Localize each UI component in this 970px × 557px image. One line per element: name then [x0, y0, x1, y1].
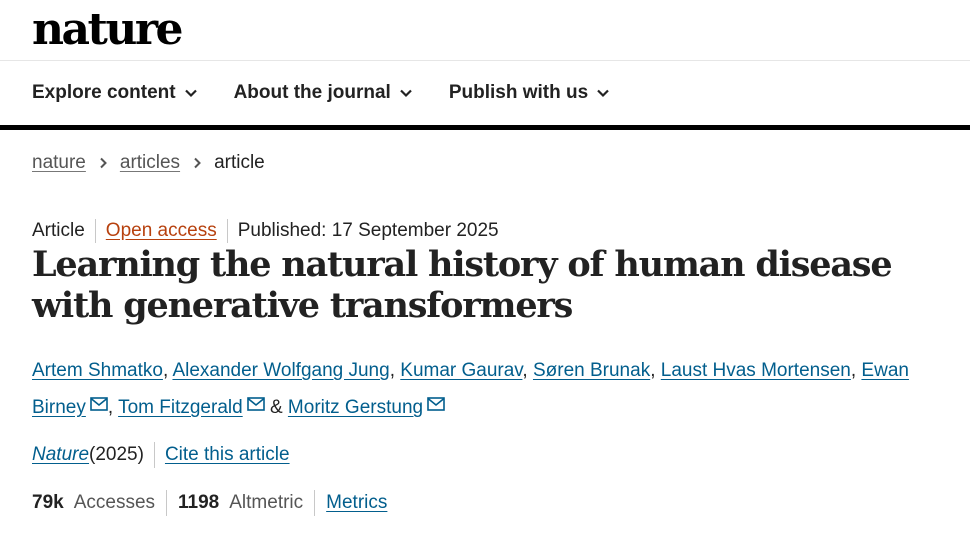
- mail-icon[interactable]: [246, 397, 265, 411]
- open-access-link[interactable]: Open access: [106, 220, 217, 242]
- chevron-down-icon: [597, 89, 609, 98]
- breadcrumb-nature[interactable]: nature: [32, 152, 86, 174]
- nav-label: Publish with us: [448, 82, 589, 103]
- author-link[interactable]: Tom Fitzgerald: [118, 397, 243, 418]
- altmetric-label: Altmetric: [229, 492, 304, 513]
- article-metrics: 79k Accesses 1198 Altmetric Metrics: [32, 490, 387, 516]
- nav-label: Explore content: [32, 82, 176, 103]
- nav-label: About the journal: [233, 82, 391, 103]
- author-link[interactable]: Artem Shmatko: [32, 360, 163, 381]
- chevron-down-icon: [400, 89, 412, 98]
- breadcrumb: nature articles article: [32, 152, 265, 174]
- mail-icon[interactable]: [90, 397, 108, 411]
- author-separator: ,: [389, 360, 401, 381]
- nav-publish-with-us[interactable]: Publish with us: [449, 82, 610, 104]
- chevron-down-icon: [184, 89, 197, 98]
- breadcrumb-articles[interactable]: articles: [120, 152, 180, 174]
- mail-icon[interactable]: [427, 397, 445, 411]
- nav-about-journal[interactable]: About the journal: [234, 82, 413, 104]
- journal-link[interactable]: Nature: [32, 444, 89, 466]
- divider: [314, 490, 316, 516]
- citation: Nature (2025) Cite this article: [32, 442, 290, 468]
- divider: [226, 219, 228, 243]
- metrics-link[interactable]: Metrics: [326, 492, 387, 514]
- altmetric-score: 1198: [178, 492, 220, 513]
- breadcrumb-current: article: [214, 152, 265, 173]
- main-nav: Explore content About the journal Publis…: [0, 61, 970, 130]
- divider: [153, 442, 155, 468]
- author-link[interactable]: Søren Brunak: [533, 360, 650, 381]
- citation-year: (2025): [89, 444, 144, 465]
- cite-article-link[interactable]: Cite this article: [165, 444, 290, 466]
- nature-logo[interactable]: nature: [32, 4, 184, 56]
- chevron-right-icon: [100, 157, 107, 169]
- author-separator: ,: [107, 397, 119, 418]
- published-date: Published: 17 September 2025: [237, 220, 499, 241]
- article-meta: Article Open access Published: 17 Septem…: [32, 219, 499, 243]
- accesses-label: Accesses: [73, 492, 156, 513]
- author-link[interactable]: Laust Hvas Mortensen: [661, 360, 851, 381]
- author-link[interactable]: Kumar Gaurav: [400, 360, 522, 381]
- chevron-right-icon: [194, 157, 201, 169]
- author-separator: ,: [650, 360, 661, 381]
- divider: [166, 490, 168, 516]
- article-type: Article: [32, 220, 85, 241]
- article-title: Learning the natural history of human di…: [32, 244, 893, 326]
- divider: [94, 219, 96, 243]
- author-list: Artem Shmatko, Alexander Wolfgang Jung, …: [32, 352, 912, 426]
- accesses-count: 79k: [32, 492, 64, 513]
- author-link[interactable]: Alexander Wolfgang Jung: [172, 360, 389, 381]
- author-separator: ,: [850, 360, 862, 381]
- author-link[interactable]: Moritz Gerstung: [288, 397, 423, 418]
- nav-explore-content[interactable]: Explore content: [32, 82, 198, 104]
- site-header: nature: [0, 0, 970, 61]
- author-separator: &: [264, 397, 288, 418]
- author-separator: ,: [522, 360, 533, 381]
